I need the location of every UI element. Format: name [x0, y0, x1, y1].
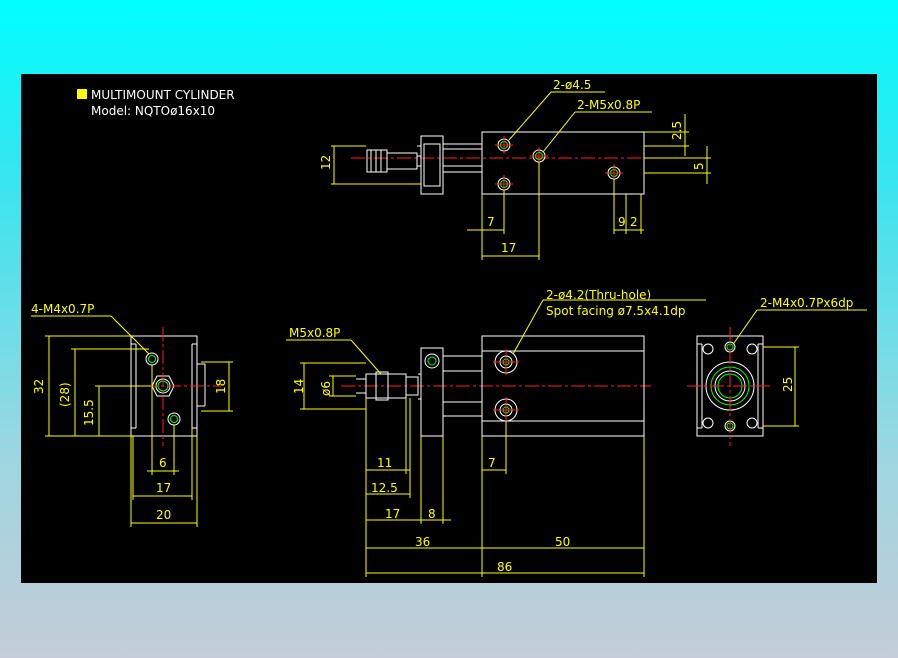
title-marker — [77, 89, 87, 99]
left-hole-1 — [145, 352, 159, 366]
front-view: M5x0.8P 2-ø4.2(Thru-hole) Spot facing ø7… — [286, 288, 706, 577]
callout-rod-thread: M5x0.8P — [289, 326, 340, 340]
dim-front-d6: ø6 — [319, 381, 333, 396]
left-view: 4-M4x0.7P 32 (28) 15.5 18 6 17 20 — [31, 302, 233, 527]
top-view: 2-ø4.5 2-M5x0.8P 12 2.5 5 7 9 2 17 — [319, 78, 711, 260]
dim-top-17: 17 — [501, 241, 516, 255]
dim-front-86: 86 — [497, 560, 512, 574]
dim-left-15-5: 15.5 — [82, 399, 96, 426]
right-view: 2-M4x0.7Px6dp 25 — [687, 296, 867, 446]
dim-left-17: 17 — [156, 481, 171, 495]
dim-front-17: 17 — [385, 507, 400, 521]
left-hole-2 — [167, 412, 181, 426]
callout-left-thread: 4-M4x0.7P — [31, 302, 94, 316]
callout-spot-facing: Spot facing ø7.5x4.1dp — [546, 304, 686, 318]
dim-left-28: (28) — [58, 382, 72, 407]
callout-right-thread: 2-M4x0.7Px6dp — [760, 296, 853, 310]
model-label: Model: NQTOø16x10 — [91, 104, 215, 118]
callout-top-ports: 2-M5x0.8P — [577, 98, 640, 112]
dim-top-2: 2 — [630, 215, 638, 229]
dim-front-8: 8 — [428, 507, 436, 521]
dim-top-9: 9 — [618, 215, 626, 229]
dim-top-7: 7 — [487, 215, 495, 229]
dim-front-14: 14 — [292, 379, 306, 394]
dim-left-18: 18 — [214, 379, 228, 394]
dim-front-11: 11 — [377, 456, 392, 470]
dim-right-25: 25 — [781, 377, 795, 392]
dim-front-12-5: 12.5 — [371, 481, 398, 495]
drawing-sheet: MULTIMOUNT CYLINDER Model: NQTOø16x10 2-… — [21, 74, 877, 583]
drawing-title: MULTIMOUNT CYLINDER — [91, 88, 235, 102]
dim-top-2-5: 2.5 — [670, 121, 684, 140]
dim-front-36: 36 — [415, 535, 430, 549]
dim-left-32: 32 — [32, 379, 46, 394]
dim-front-7: 7 — [488, 456, 496, 470]
dim-top-12: 12 — [319, 155, 333, 170]
title-block: MULTIMOUNT CYLINDER Model: NQTOø16x10 — [77, 88, 235, 118]
dim-top-5: 5 — [692, 162, 706, 170]
dim-left-6: 6 — [159, 456, 167, 470]
callout-top-holes: 2-ø4.5 — [553, 78, 591, 92]
dim-left-20: 20 — [156, 508, 171, 522]
callout-thru-hole: 2-ø4.2(Thru-hole) — [546, 288, 651, 302]
dim-front-50: 50 — [555, 535, 570, 549]
